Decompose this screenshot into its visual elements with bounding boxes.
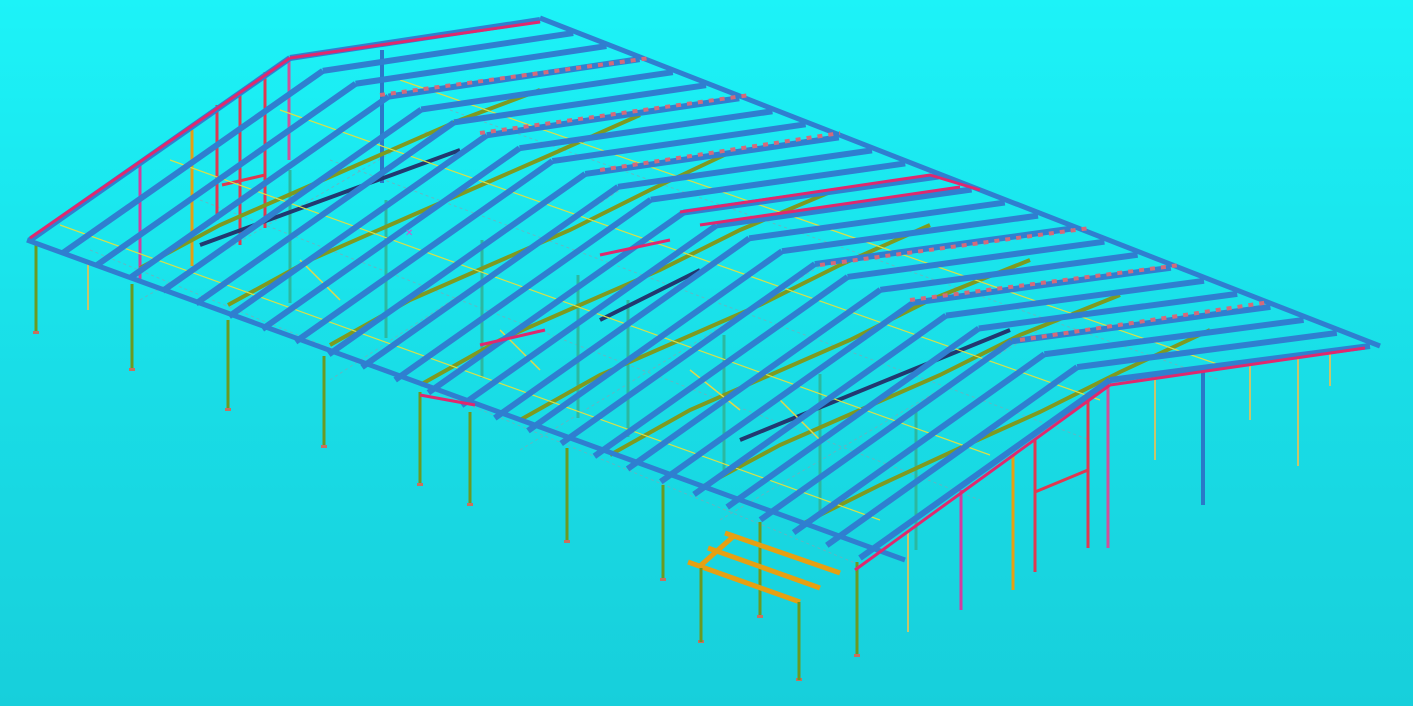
- purlin: [426, 210, 686, 396]
- purlin: [360, 184, 620, 370]
- purlin: [650, 160, 906, 203]
- purlin: [781, 212, 1039, 255]
- purlin: [453, 82, 707, 126]
- purlin: [725, 326, 981, 510]
- purlin: [847, 238, 1105, 280]
- purlin: [322, 30, 574, 74]
- steel-structure-model[interactable]: ✕: [0, 0, 1413, 706]
- purlin: [519, 108, 773, 152]
- purlin: [715, 186, 973, 229]
- purlin: [355, 43, 607, 87]
- entrance-canopy: [687, 530, 841, 680]
- purlin: [459, 222, 719, 408]
- 3d-model-viewport[interactable]: ✕: [0, 0, 1413, 706]
- purlin: [420, 69, 674, 113]
- purlin: [94, 81, 358, 268]
- purlin: [945, 277, 1205, 319]
- right-gable-columns: [959, 352, 1331, 610]
- purlin: [858, 377, 1112, 561]
- gable-end-columns: [138, 60, 291, 282]
- purlin: [758, 338, 1014, 523]
- purlin: [127, 94, 391, 281]
- purlin: [791, 351, 1047, 536]
- purlin: [327, 171, 587, 357]
- node-marker-icon: ✕: [405, 228, 413, 239]
- purlin: [825, 364, 1079, 548]
